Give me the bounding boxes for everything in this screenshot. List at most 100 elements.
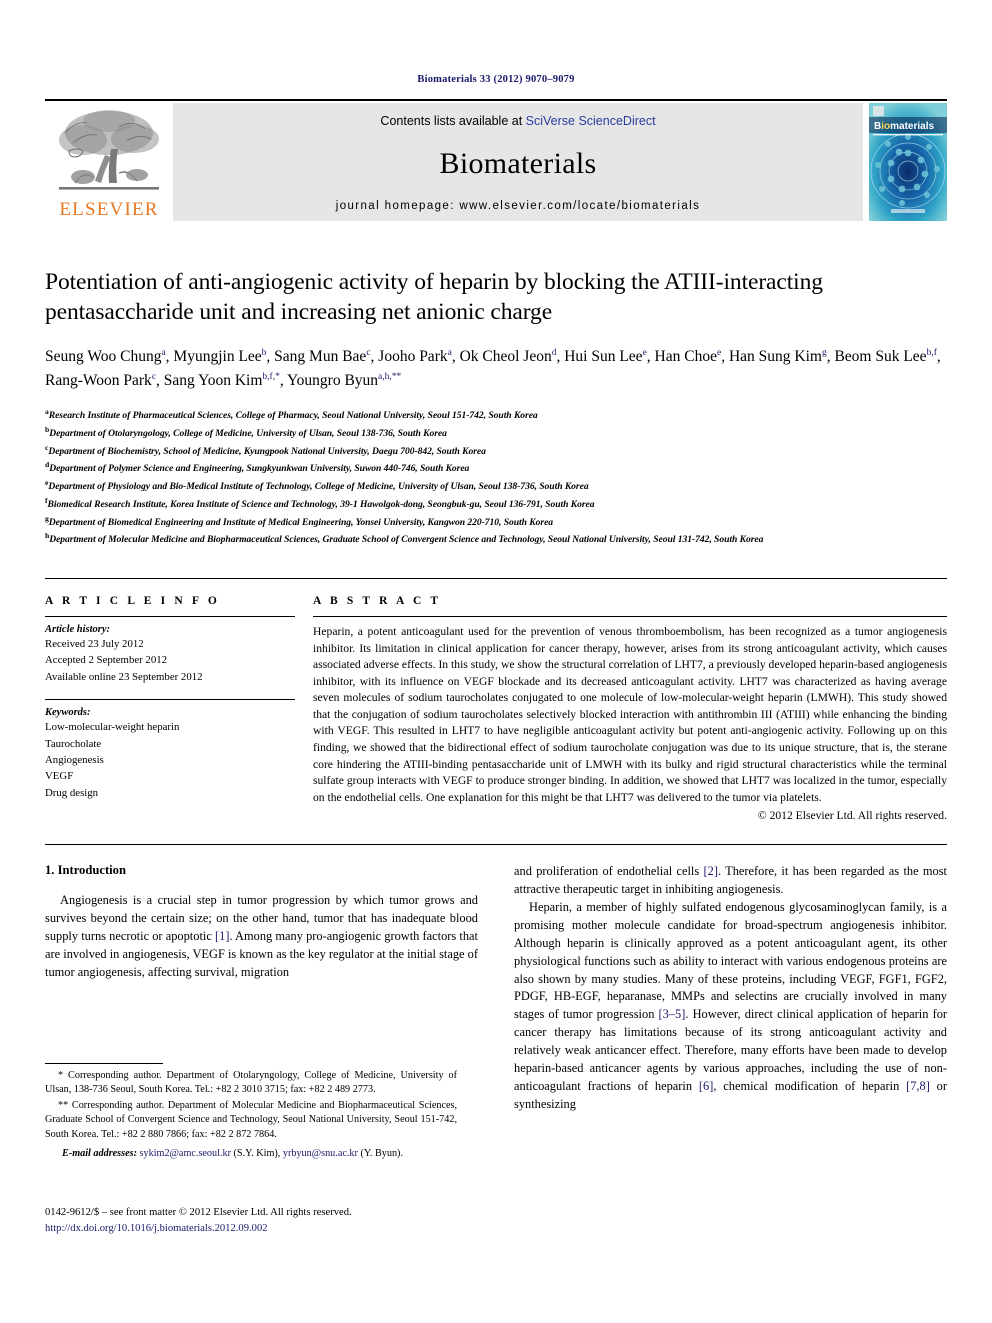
journal-title: Biomaterials <box>439 147 597 180</box>
affiliation-mark: f <box>45 495 48 505</box>
journal-cover-thumbnail: Biomaterials <box>863 103 947 221</box>
affiliation-item: gDepartment of Biomedical Engineering an… <box>45 513 554 528</box>
imprint-block: 0142-9612/$ – see front matter © 2012 El… <box>45 1205 475 1237</box>
article-history-label: Article history: <box>45 624 111 635</box>
intro-paragraph-left: Angiogenesis is a crucial step in tumor … <box>45 892 478 981</box>
affiliation-mark: d <box>45 460 50 470</box>
affiliation-item: dDepartment of Polymer Science and Engin… <box>45 460 470 475</box>
journal-cover-image: Biomaterials <box>869 103 947 221</box>
journal-homepage-link[interactable]: journal homepage: www.elsevier.com/locat… <box>336 200 701 212</box>
keyword-item: Low-molecular-weight heparin <box>45 721 180 734</box>
author-affiliation-mark: c <box>151 371 157 382</box>
keywords-rule <box>45 699 295 701</box>
keyword-item: Angiogenesis <box>45 754 104 767</box>
info-abstract-section: A R T I C L E I N F O Article history: R… <box>45 578 947 822</box>
keywords-lines: Low-molecular-weight heparin Taurocholate… <box>45 719 295 801</box>
abstract-copyright: © 2012 Elsevier Ltd. All rights reserved… <box>757 809 947 823</box>
author-name: Myungjin Lee <box>173 348 262 366</box>
affiliation-item: fBiomedical Research Institute, Korea In… <box>45 495 595 511</box>
keyword-item: Drug design <box>45 786 99 799</box>
issn-copyright-line: 0142-9612/$ – see front matter © 2012 El… <box>45 1207 352 1218</box>
citation-3-5[interactable]: [3–5] <box>659 1007 686 1021</box>
author-name: Seung Woo Chung <box>45 348 162 366</box>
author-affiliation-mark: a <box>447 348 452 358</box>
citation-6[interactable]: [6] <box>699 1079 713 1093</box>
footnote-corresponding-2: ** Corresponding author. Department of M… <box>45 1099 457 1140</box>
footnote-email-line: E-mail addresses: sykim2@amc.seoul.kr (S… <box>45 1147 457 1161</box>
author-name: Sang Mun Bae <box>274 348 367 366</box>
author-affiliation-mark: e <box>716 348 722 358</box>
affiliation-item: eDepartment of Physiology and Bio-Medica… <box>45 478 589 493</box>
elsevier-wordmark: ELSEVIER <box>59 199 159 220</box>
article-history-item: Available online 23 September 2012 <box>45 670 203 683</box>
doi-link[interactable]: http://dx.doi.org/10.1016/j.biomaterials… <box>45 1221 475 1237</box>
journal-banner: Contents lists available at SciVerse Sci… <box>173 103 863 221</box>
abstract-text: Heparin, a potent anticoagulant used for… <box>313 625 947 804</box>
intro-paragraph-right-1: and proliferation of endothelial cells [… <box>514 863 947 899</box>
email-owner-2: (Y. Byun). <box>360 1148 403 1160</box>
article-info-column: A R T I C L E I N F O Article history: R… <box>45 595 313 822</box>
footnote-block: * Corresponding author. Department of Ot… <box>45 1063 457 1162</box>
svg-text:Biomaterials: Biomaterials <box>874 121 934 132</box>
affiliation-mark: b <box>45 424 50 434</box>
keyword-item: VEGF <box>45 770 74 783</box>
affiliation-mark: a <box>45 407 49 417</box>
author-name: Rang-Woon Park <box>45 371 152 389</box>
citation-2[interactable]: [2] <box>704 864 718 878</box>
intro-right-text-a: and proliferation of endothelial cells <box>514 864 704 879</box>
citation-1[interactable]: [1] <box>215 929 229 943</box>
section-heading-introduction: 1. Introduction <box>45 863 126 878</box>
sciencedirect-link[interactable]: SciVerse ScienceDirect <box>526 114 656 128</box>
footnote-corresponding-1: * Corresponding author. Department of Ot… <box>45 1070 457 1096</box>
author-affiliation-mark: e <box>642 348 647 358</box>
keyword-item: Taurocholate <box>45 737 102 750</box>
body-separator-rule <box>45 844 947 846</box>
article-history-lines: Received 23 July 2012 Accepted 2 Septembe… <box>45 636 295 685</box>
intro-paragraph-right-2: Heparin, a member of highly sulfated end… <box>514 899 947 1113</box>
affiliation-item: aResearch Institute of Pharmaceutical Sc… <box>45 407 538 422</box>
journal-masthead: ELSEVIER Contents lists available at Sci… <box>45 99 947 221</box>
keywords-label: Keywords: <box>45 707 91 719</box>
abstract-column: A B S T R A C T Heparin, a potent antico… <box>313 595 947 822</box>
author-name: Sang Yoon Kim <box>163 371 263 389</box>
article-history-item: Accepted 2 September 2012 <box>45 654 168 667</box>
author-name: Beom Suk Lee <box>834 348 927 366</box>
affiliation-mark: g <box>45 513 49 523</box>
affiliation-item: hDepartment of Molecular Medicine and Bi… <box>45 531 764 546</box>
elsevier-tree-icon <box>59 110 159 190</box>
author-name: Youngro Byun <box>287 371 379 389</box>
abstract-heading: A B S T R A C T <box>313 595 442 607</box>
elsevier-logo: ELSEVIER <box>45 103 173 221</box>
email-link-2[interactable]: yrbyun@snu.ac.kr <box>283 1148 358 1159</box>
author-name: Han Choe <box>654 348 717 366</box>
footnote-rule <box>45 1063 163 1064</box>
body-column-right: and proliferation of endothelial cells [… <box>514 863 947 1113</box>
article-info-heading: A R T I C L E I N F O <box>45 595 220 607</box>
author-affiliation-mark: g <box>821 348 827 358</box>
author-name: Ok Cheol Jeon <box>459 348 552 366</box>
abstract-rule <box>313 616 947 617</box>
affiliation-list: aResearch Institute of Pharmaceutical Sc… <box>45 406 947 548</box>
author-affiliation-mark: b,f,* <box>262 371 280 382</box>
author-affiliation-mark: b <box>261 348 267 358</box>
author-affiliation-mark: a,h,** <box>378 371 402 382</box>
author-affiliation-mark: d <box>551 348 557 358</box>
author-affiliation-mark: a <box>161 348 166 358</box>
email-label: E-mail addresses: <box>62 1148 137 1160</box>
paper-title: Potentiation of anti-angiogenic activity… <box>45 269 823 326</box>
author-name: Han Sung Kim <box>728 348 822 366</box>
affiliation-item: bDepartment of Otolaryngology, College o… <box>45 424 447 440</box>
author-name: Jooho Park <box>378 348 448 366</box>
email-link-1[interactable]: sykim2@amc.seoul.kr <box>140 1148 231 1159</box>
email-owner-1: (S.Y. Kim), <box>233 1148 281 1160</box>
affiliation-mark: c <box>45 442 49 452</box>
heparin-text-c: , chemical modification of heparin <box>713 1078 907 1093</box>
contents-prefix: Contents lists available at <box>380 114 526 128</box>
author-name: Hui Sun Lee <box>564 348 643 366</box>
author-affiliation-mark: c <box>366 348 371 358</box>
article-info-rule <box>45 616 295 617</box>
contents-available-line: Contents lists available at SciVerse Sci… <box>380 114 655 128</box>
article-page: Biomaterials 33 (2012) 9070–9079 ELSEVIE… <box>0 0 992 1323</box>
citation-7-8[interactable]: [7,8] <box>906 1079 930 1093</box>
running-head: Biomaterials 33 (2012) 9070–9079 <box>417 74 575 85</box>
